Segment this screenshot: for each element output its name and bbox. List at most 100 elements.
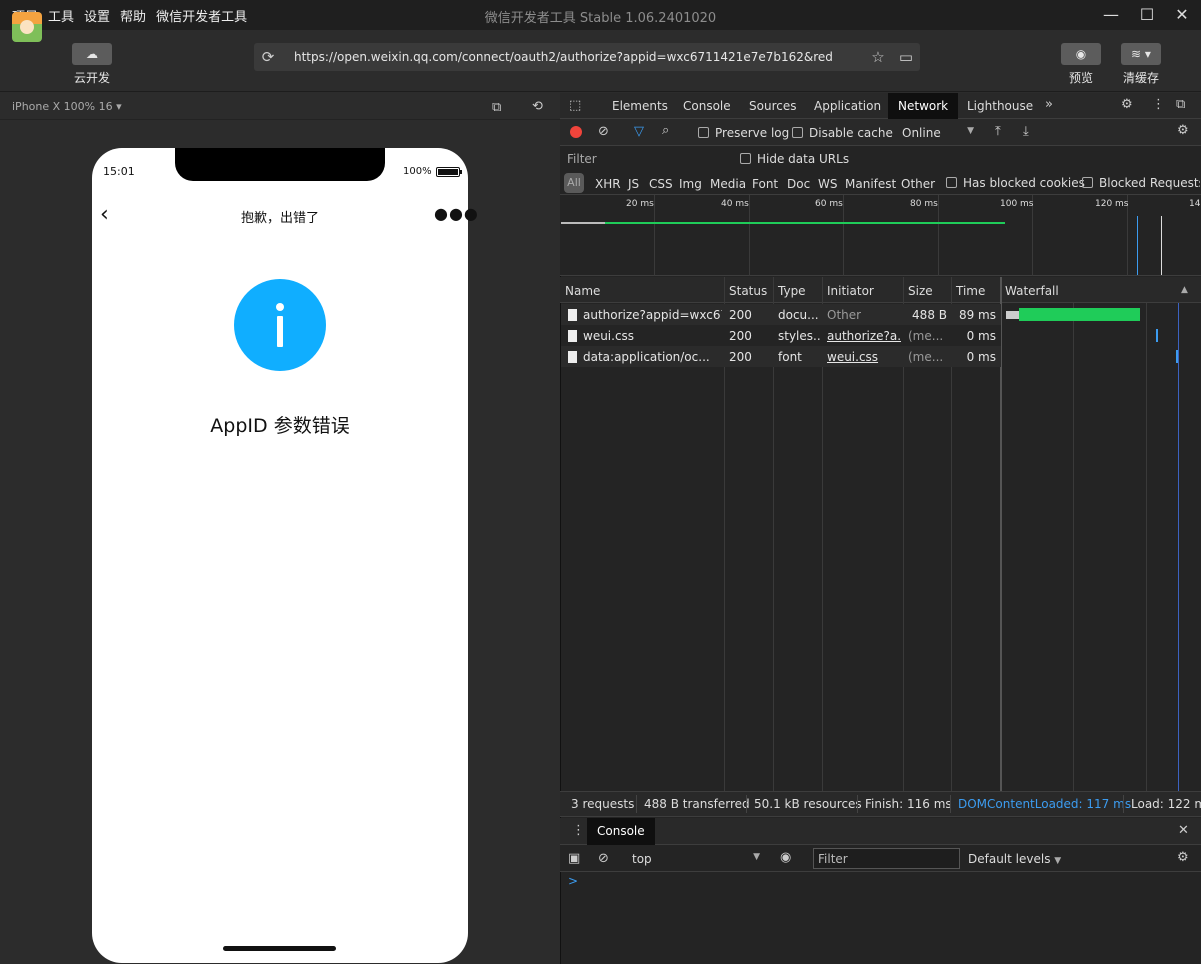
kebab-icon[interactable]: ⋮ bbox=[1152, 97, 1165, 112]
col-waterfall[interactable]: Waterfall bbox=[1005, 284, 1059, 298]
minimize-icon[interactable]: — bbox=[1096, 3, 1126, 27]
type-other[interactable]: Other bbox=[901, 177, 935, 191]
filter-icon[interactable]: ▽ bbox=[634, 124, 644, 139]
request-name[interactable]: authorize?appid=wxc67... bbox=[568, 308, 722, 322]
type-js[interactable]: JS bbox=[628, 177, 639, 191]
type-xhr[interactable]: XHR bbox=[595, 177, 621, 191]
divider bbox=[636, 795, 637, 813]
download-icon[interactable]: ⤓ bbox=[1023, 124, 1029, 139]
console-clear-icon[interactable]: ⊘ bbox=[598, 851, 609, 866]
tick-label: 60 ms bbox=[815, 199, 843, 209]
summary-finish: Finish: 116 ms bbox=[865, 797, 952, 811]
context-select[interactable]: top ▼ bbox=[632, 852, 760, 866]
folder-icon[interactable]: ▭ bbox=[892, 43, 920, 71]
request-status: 200 bbox=[729, 308, 752, 322]
col-time[interactable]: Time bbox=[956, 284, 985, 298]
live-expression-eye-icon[interactable]: ◉ bbox=[780, 850, 791, 865]
sort-up-icon[interactable]: ▲ bbox=[1181, 285, 1188, 295]
drawer-close-icon[interactable]: ✕ bbox=[1178, 823, 1189, 838]
type-css[interactable]: CSS bbox=[649, 177, 673, 191]
preview-button[interactable]: ◉ bbox=[1061, 43, 1101, 65]
more-icon[interactable]: ●●● bbox=[434, 204, 479, 223]
blocked-requests-checkbox[interactable]: Blocked Requests bbox=[1082, 176, 1200, 190]
rotate-icon[interactable]: ⟲ bbox=[532, 99, 543, 114]
gear-icon[interactable]: ⚙ bbox=[1121, 97, 1133, 112]
dock-icon[interactable]: ⧉ bbox=[1176, 97, 1185, 112]
divider bbox=[857, 795, 858, 813]
overview-waiting-bar bbox=[561, 222, 605, 224]
blocked-cookies-checkbox[interactable]: Has blocked cookies bbox=[946, 176, 1085, 190]
filter-input[interactable]: Filter bbox=[563, 150, 728, 168]
preserve-log-checkbox[interactable]: Preserve log bbox=[698, 126, 789, 140]
type-media[interactable]: Media bbox=[710, 177, 746, 191]
type-doc[interactable]: Doc bbox=[787, 177, 810, 191]
sidebar-toggle-icon[interactable]: ▣ bbox=[568, 851, 580, 866]
request-initiator[interactable]: authorize?a... bbox=[827, 329, 901, 343]
console-filter-input[interactable]: Filter bbox=[813, 848, 960, 869]
window-icon[interactable]: ⧉ bbox=[492, 100, 501, 115]
console-settings-icon[interactable]: ⚙ bbox=[1177, 850, 1189, 865]
hide-data-urls-checkbox[interactable]: Hide data URLs bbox=[740, 152, 849, 166]
summary-resources: 50.1 kB resources bbox=[754, 797, 862, 811]
type-img[interactable]: Img bbox=[679, 177, 702, 191]
tab-elements[interactable]: Elements bbox=[602, 93, 678, 119]
network-settings-icon[interactable]: ⚙ bbox=[1177, 123, 1189, 138]
star-icon[interactable]: ☆ bbox=[864, 43, 892, 71]
tab-application[interactable]: Application bbox=[804, 93, 891, 119]
clear-cache-button[interactable]: ≋ ▾ bbox=[1121, 43, 1161, 65]
tab-lighthouse[interactable]: Lighthouse bbox=[957, 93, 1043, 119]
clear-cache-label: 清缓存 bbox=[1122, 71, 1159, 85]
record-icon[interactable] bbox=[570, 126, 582, 138]
levels-select[interactable]: Default levels ▼ bbox=[968, 852, 1061, 866]
url-bar[interactable]: ⟳ https://open.weixin.qq.com/connect/oau… bbox=[254, 43, 920, 71]
disable-cache-checkbox[interactable]: Disable cache bbox=[792, 126, 893, 140]
type-manifest[interactable]: Manifest bbox=[845, 177, 896, 191]
col-size[interactable]: Size bbox=[908, 284, 933, 298]
drawer-tab-console[interactable]: Console bbox=[587, 818, 655, 845]
waterfall-load-line bbox=[1178, 303, 1179, 791]
tab-network[interactable]: Network bbox=[888, 93, 959, 119]
upload-icon[interactable]: ⤒ bbox=[995, 124, 1001, 139]
search-icon[interactable]: ⌕ bbox=[662, 123, 669, 138]
request-name[interactable]: data:application/oc... bbox=[568, 350, 722, 364]
grid-line bbox=[654, 195, 655, 276]
info-icon bbox=[234, 279, 326, 371]
more-tabs-icon[interactable]: » bbox=[1045, 97, 1053, 112]
request-type: styles... bbox=[778, 329, 820, 343]
close-icon[interactable]: ✕ bbox=[1167, 3, 1197, 27]
request-initiator[interactable]: weui.css bbox=[827, 350, 901, 364]
clear-icon[interactable]: ⊘ bbox=[598, 124, 609, 139]
type-ws[interactable]: WS bbox=[818, 177, 837, 191]
avatar[interactable] bbox=[12, 12, 42, 42]
inspect-icon[interactable]: ⬚ bbox=[569, 98, 581, 113]
divider bbox=[1123, 795, 1124, 813]
window-title: 微信开发者工具 Stable 1.06.2401020 bbox=[484, 11, 717, 26]
summary-transferred: 488 B transferred bbox=[644, 797, 750, 811]
col-initiator[interactable]: Initiator bbox=[827, 284, 874, 298]
url-text[interactable]: https://open.weixin.qq.com/connect/oauth… bbox=[294, 50, 834, 64]
summary-load: Load: 122 ms bbox=[1131, 797, 1201, 811]
col-status[interactable]: Status bbox=[729, 284, 767, 298]
request-table-header bbox=[560, 277, 1201, 303]
reload-icon[interactable]: ⟳ bbox=[254, 43, 282, 71]
col-type[interactable]: Type bbox=[778, 284, 806, 298]
type-all[interactable]: All bbox=[564, 173, 584, 193]
tab-console[interactable]: Console bbox=[673, 93, 741, 119]
nav-title: 抱歉，出错了 bbox=[240, 211, 319, 226]
dcl-marker bbox=[1137, 216, 1138, 275]
request-time: 0 ms bbox=[966, 329, 996, 343]
console-prompt[interactable]: > bbox=[568, 874, 578, 888]
maximize-icon[interactable]: ☐ bbox=[1132, 3, 1162, 27]
summary-dcl: DOMContentLoaded: 117 ms bbox=[958, 797, 1132, 811]
cloud-dev-button[interactable]: ☁ bbox=[72, 43, 112, 65]
waterfall-bar bbox=[1156, 329, 1158, 342]
col-name[interactable]: Name bbox=[565, 284, 600, 298]
throttle-select[interactable]: Online ▼ bbox=[902, 126, 974, 140]
type-font[interactable]: Font bbox=[752, 177, 778, 191]
request-name[interactable]: weui.css bbox=[568, 329, 722, 343]
tab-sources[interactable]: Sources bbox=[739, 93, 806, 119]
document-icon bbox=[568, 351, 577, 363]
drawer-menu-icon[interactable]: ⋮ bbox=[572, 823, 585, 838]
request-size: (me... bbox=[908, 350, 944, 364]
device-select[interactable]: iPhone X 100% 16 ▾ bbox=[12, 100, 122, 113]
